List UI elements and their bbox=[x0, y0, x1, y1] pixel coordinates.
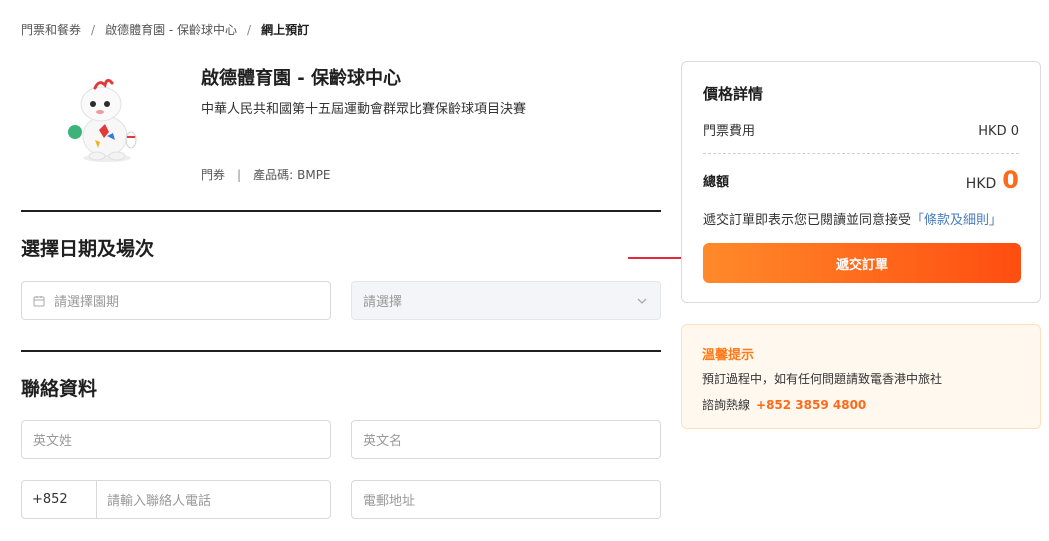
session-placeholder: 請選擇 bbox=[363, 295, 403, 310]
breadcrumb-item-tickets[interactable]: 門票和餐券 bbox=[21, 21, 81, 38]
price-divider bbox=[703, 153, 1019, 154]
date-placeholder: 請選擇園期 bbox=[54, 295, 120, 310]
date-section-title: 選擇日期及場次 bbox=[21, 238, 155, 260]
terms-text: 遞交訂單即表示您已閱讀並同意接受 bbox=[703, 213, 912, 228]
product-code-label: 產品碼: bbox=[253, 168, 294, 182]
ticket-fee-label: 門票費用 bbox=[703, 124, 756, 139]
meta-divider: | bbox=[237, 167, 242, 182]
product-subtitle: 中華人民共和國第十五屆運動會群眾比賽保齡球項目決賽 bbox=[201, 102, 527, 117]
breadcrumb-current: 網上預訂 bbox=[261, 23, 310, 37]
hotline-number[interactable]: +852 3859 4800 bbox=[756, 398, 866, 412]
phone-prefix-select[interactable]: +852 bbox=[32, 481, 97, 518]
last-name-placeholder: 英文姓 bbox=[33, 434, 73, 449]
product-code: BMPE bbox=[297, 167, 331, 182]
phone-input[interactable]: 請輸入聯絡人電話 bbox=[97, 490, 211, 509]
calendar-icon bbox=[33, 295, 45, 306]
breadcrumb: 門票和餐券 / 啟德體育園 - 保齡球中心 / 網上預訂 bbox=[21, 21, 309, 38]
date-picker-input[interactable]: 請選擇園期 bbox=[21, 281, 331, 320]
terms-notice: 遞交訂單即表示您已閱讀並同意接受「條款及細則」 bbox=[703, 209, 1002, 228]
tip-card: 溫馨提示 預訂過程中，如有任何問題請致電香港中旅社 諮詢熱線 +852 3859 … bbox=[681, 324, 1041, 429]
breadcrumb-item-venue[interactable]: 啟德體育園 - 保齡球中心 bbox=[105, 21, 237, 38]
tip-title: 溫馨提示 bbox=[702, 348, 755, 363]
hotline-label: 諮詢熱線 bbox=[702, 398, 751, 412]
first-name-placeholder: 英文名 bbox=[363, 434, 403, 449]
tip-text: 預訂過程中，如有任何問題請致電香港中旅社 bbox=[702, 372, 943, 386]
price-details-card: 價格詳情 門票費用 HKD 0 總額 HKD 0 遞交訂單即表示您已閱讀並同意接受… bbox=[681, 61, 1041, 303]
breadcrumb-separator: / bbox=[247, 22, 252, 37]
product-type: 門券 bbox=[201, 168, 226, 182]
submit-order-button[interactable]: 遞交訂單 bbox=[703, 243, 1021, 283]
ticket-fee-value: HKD 0 bbox=[978, 124, 1019, 139]
chevron-down-icon bbox=[637, 298, 647, 304]
product-title: 啟德體育園 - 保齡球中心 bbox=[201, 68, 402, 89]
total-label: 總額 bbox=[703, 174, 730, 190]
total-currency: HKD bbox=[965, 176, 997, 192]
contact-section-title: 聯絡資料 bbox=[21, 378, 98, 400]
session-select[interactable]: 請選擇 bbox=[351, 281, 661, 320]
email-input[interactable]: 電郵地址 bbox=[351, 480, 661, 519]
terms-link[interactable]: 「條款及細則」 bbox=[911, 213, 1002, 228]
first-name-input[interactable]: 英文名 bbox=[351, 420, 661, 459]
ticket-fee-row: 門票費用 HKD 0 bbox=[703, 120, 1019, 139]
mascot-image bbox=[68, 78, 137, 162]
phone-field: +852 請輸入聯絡人電話 bbox=[21, 480, 331, 519]
last-name-input[interactable]: 英文姓 bbox=[21, 420, 331, 459]
total-row: 總額 HKD 0 bbox=[703, 166, 1019, 194]
email-placeholder: 電郵地址 bbox=[363, 494, 416, 509]
hotline-row: 諮詢熱線 +852 3859 4800 bbox=[702, 396, 866, 413]
total-amount: 0 bbox=[1002, 166, 1019, 194]
product-meta: 門券 | 產品碼: BMPE bbox=[201, 166, 331, 183]
section-divider bbox=[21, 350, 661, 352]
breadcrumb-separator: / bbox=[91, 22, 96, 37]
product-header: 啟德體育園 - 保齡球中心 中華人民共和國第十五屆運動會群眾比賽保齡球項目決賽 … bbox=[21, 56, 661, 212]
total-value: HKD 0 bbox=[966, 166, 1019, 194]
price-title: 價格詳情 bbox=[703, 85, 764, 103]
